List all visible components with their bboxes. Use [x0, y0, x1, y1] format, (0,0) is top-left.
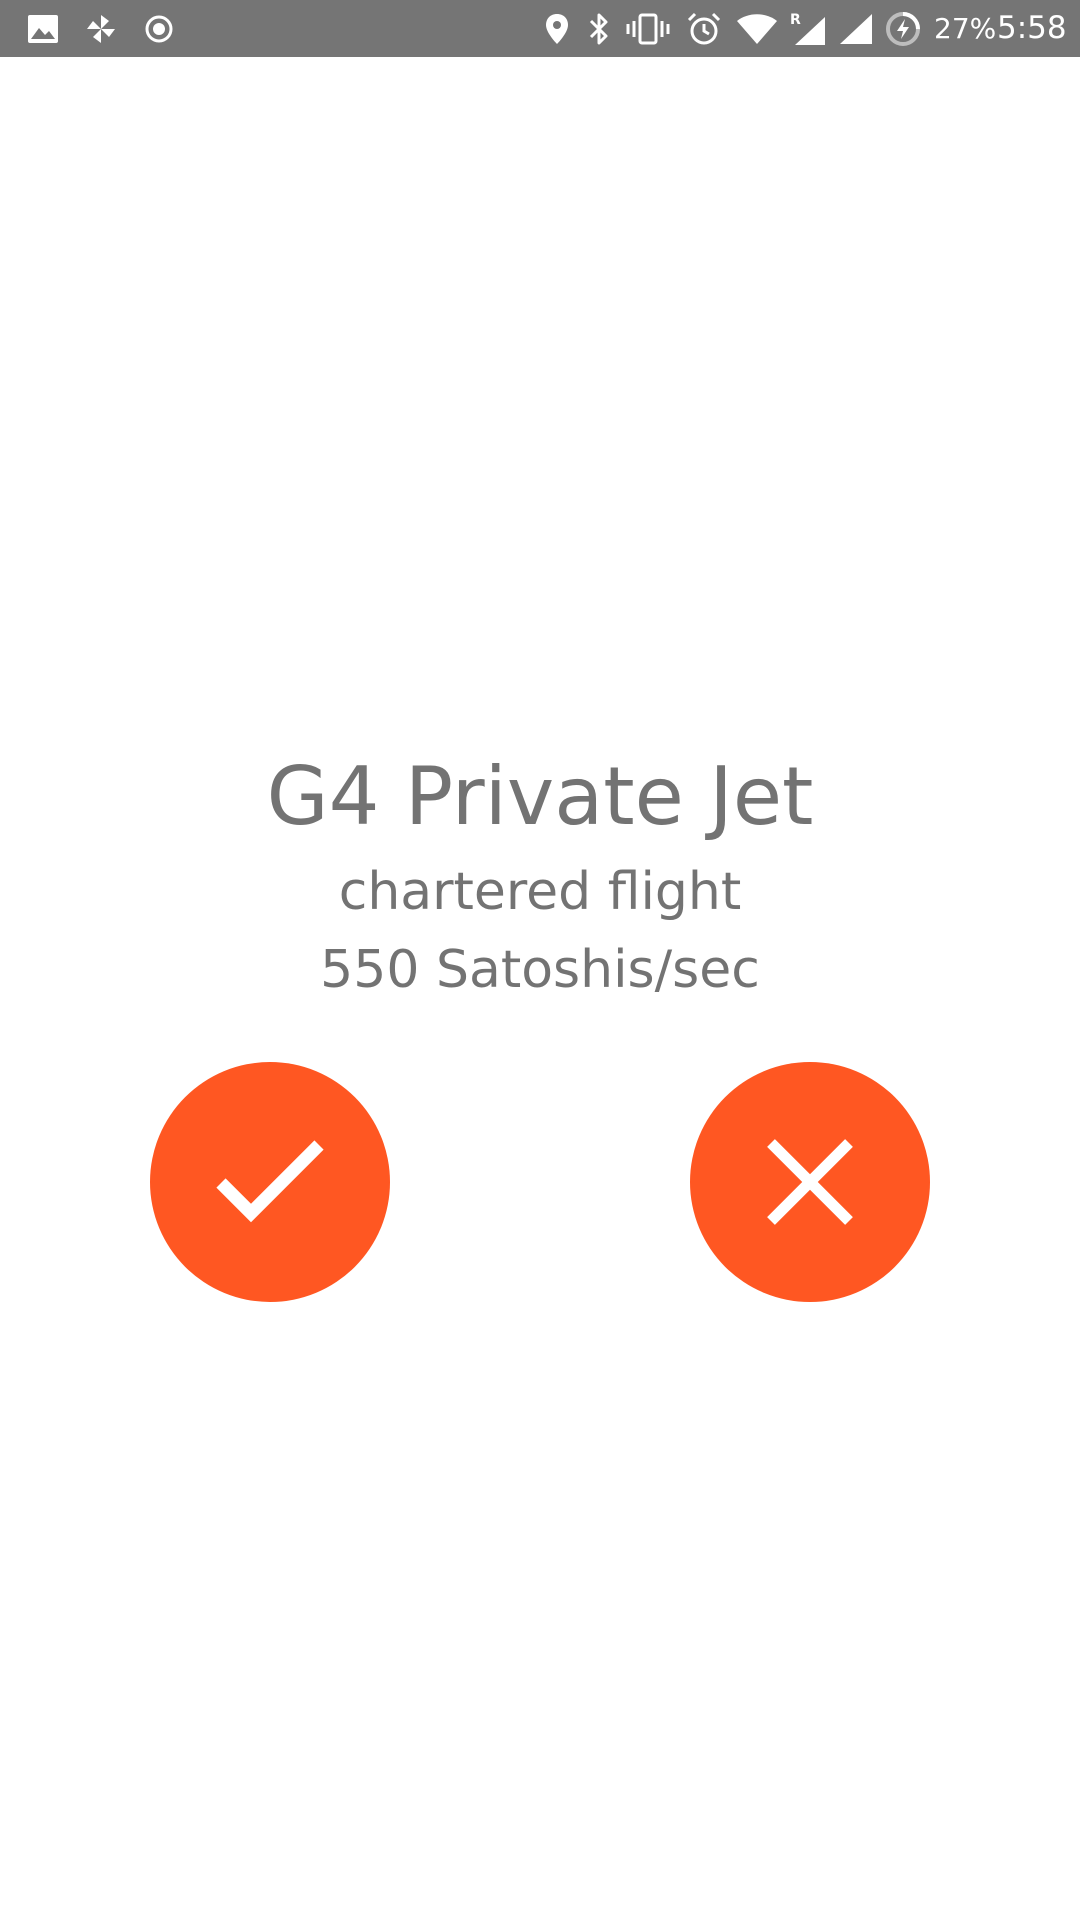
- vibrate-icon: [625, 0, 671, 57]
- status-bar: R 27% 5:58: [0, 0, 1080, 57]
- offer-subtitle: chartered flight: [338, 862, 742, 922]
- record-icon: [143, 0, 175, 57]
- reject-button[interactable]: [690, 1062, 930, 1302]
- offer-title: G4 Private Jet: [266, 750, 814, 843]
- pinwheel-icon: [82, 0, 120, 57]
- battery-charging-icon: [884, 0, 922, 57]
- location-icon: [543, 0, 571, 57]
- signal-icon: [838, 0, 874, 57]
- svg-text:R: R: [790, 12, 801, 28]
- close-icon: [767, 1139, 853, 1225]
- accept-button[interactable]: [150, 1062, 390, 1302]
- signal-roaming-icon: R: [788, 0, 828, 57]
- battery-percent: 27%: [934, 12, 997, 45]
- checkmark-icon: [216, 1140, 324, 1223]
- offer-screen: G4 Private Jet chartered flight 550 Sato…: [0, 57, 1080, 1920]
- clock: 5:58: [997, 10, 1067, 46]
- offer-rate: 550 Satoshis/sec: [320, 940, 760, 1000]
- bluetooth-icon: [585, 0, 613, 57]
- wifi-icon: [735, 0, 779, 57]
- gallery-icon: [26, 0, 60, 57]
- alarm-icon: [685, 0, 723, 57]
